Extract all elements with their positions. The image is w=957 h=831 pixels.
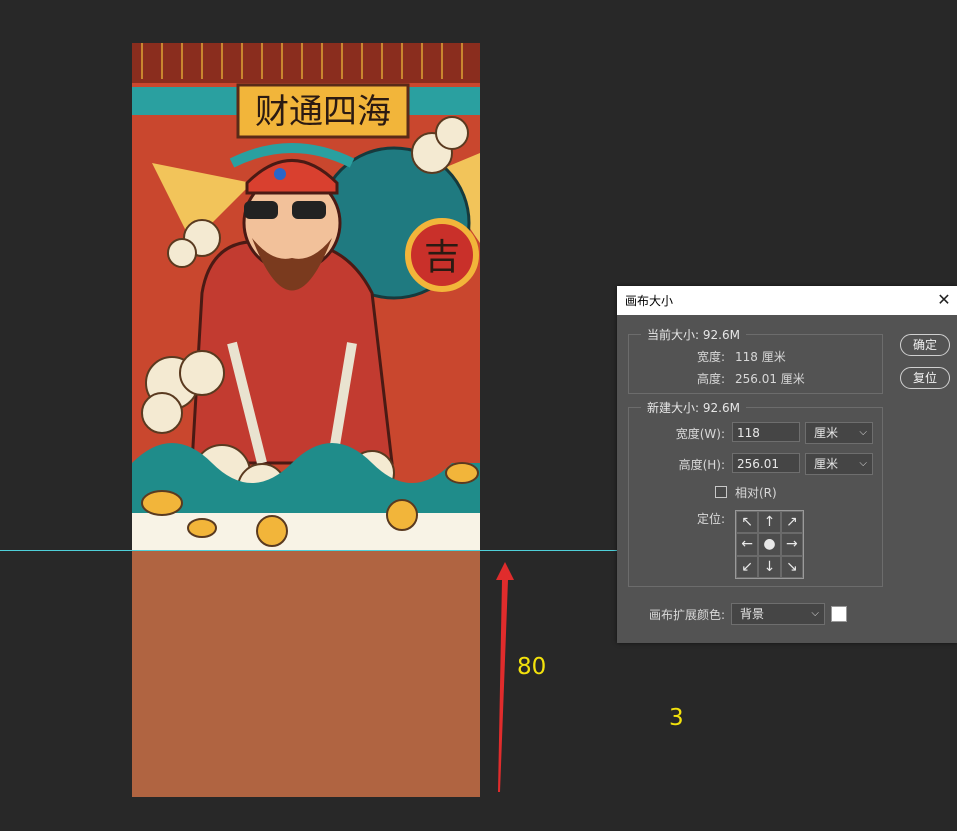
plaque-text: 财通四海: [255, 92, 391, 132]
chevron-down-icon: ⌵: [811, 608, 819, 619]
dialog-title: 画布大小: [625, 294, 674, 308]
guide-line: [0, 550, 617, 551]
anchor-bottom-left-arrow-icon[interactable]: ↙: [736, 555, 759, 578]
artwork-illustration: 财通四海 吉: [132, 43, 480, 551]
ok-button[interactable]: 确定: [900, 334, 950, 356]
close-icon[interactable]: ✕: [935, 291, 953, 309]
height-input[interactable]: 256.01: [732, 453, 800, 473]
current-width-value: 118 厘米: [735, 350, 786, 364]
anchor-grid: ↖ ↑ ↗ ← ● → ↙ ↓ ↘: [735, 510, 804, 579]
width-input[interactable]: 118: [732, 422, 800, 442]
height-unit-value: 厘米: [814, 457, 839, 471]
current-height-label: 高度:: [696, 372, 725, 386]
annotation-3: 3: [669, 705, 684, 731]
anchor-top-right-arrow-icon[interactable]: ↗: [780, 511, 803, 534]
anchor-top-arrow-icon[interactable]: ↑: [758, 511, 781, 534]
reset-button[interactable]: 复位: [900, 367, 950, 389]
height-unit-select[interactable]: 厘米 ⌵: [805, 453, 873, 475]
red-arrow-annotation: [496, 562, 514, 792]
anchor-bottom-arrow-icon[interactable]: ↓: [758, 555, 781, 578]
anchor-left-arrow-icon[interactable]: ←: [736, 533, 759, 556]
anchor-label: 定位:: [696, 512, 725, 526]
sack-char: 吉: [424, 237, 460, 278]
current-size-group: 当前大小: 92.6M 宽度: 118 厘米 高度: 256.01 厘米: [628, 326, 883, 394]
chevron-down-icon: ⌵: [859, 427, 867, 438]
new-height-label: 高度(H):: [678, 458, 725, 472]
extension-color-value: 背景: [740, 607, 765, 621]
canvas-artwork: 财通四海 吉: [132, 43, 480, 551]
anchor-top-left-arrow-icon[interactable]: ↖: [736, 511, 759, 534]
extension-color-label: 画布扩展颜色:: [648, 608, 725, 622]
new-width-label: 宽度(W):: [675, 427, 725, 441]
canvas-size-dialog: 画布大小 ✕ 当前大小: 92.6M 宽度: 118 厘米 高度: 256.01…: [617, 286, 957, 643]
width-unit-value: 厘米: [814, 426, 839, 440]
annotation-80: 80: [517, 654, 547, 680]
extension-color-swatch[interactable]: [831, 606, 847, 622]
current-size-title: 当前大小: 92.6M: [641, 326, 746, 343]
width-unit-select[interactable]: 厘米 ⌵: [805, 422, 873, 444]
canvas-extension-area: [132, 551, 480, 797]
relative-label: 相对(R): [735, 486, 777, 500]
anchor-bottom-right-arrow-icon[interactable]: ↘: [780, 555, 803, 578]
current-height-value: 256.01 厘米: [735, 372, 805, 386]
anchor-right-arrow-icon[interactable]: →: [780, 533, 803, 556]
current-width-label: 宽度:: [696, 350, 725, 364]
chevron-down-icon: ⌵: [859, 458, 867, 469]
new-size-title: 新建大小: 92.6M: [641, 399, 746, 416]
relative-checkbox[interactable]: [715, 486, 727, 498]
dialog-titlebar: 画布大小 ✕: [617, 286, 957, 315]
extension-color-select[interactable]: 背景 ⌵: [731, 603, 825, 625]
anchor-center-dot-icon[interactable]: ●: [758, 533, 781, 556]
